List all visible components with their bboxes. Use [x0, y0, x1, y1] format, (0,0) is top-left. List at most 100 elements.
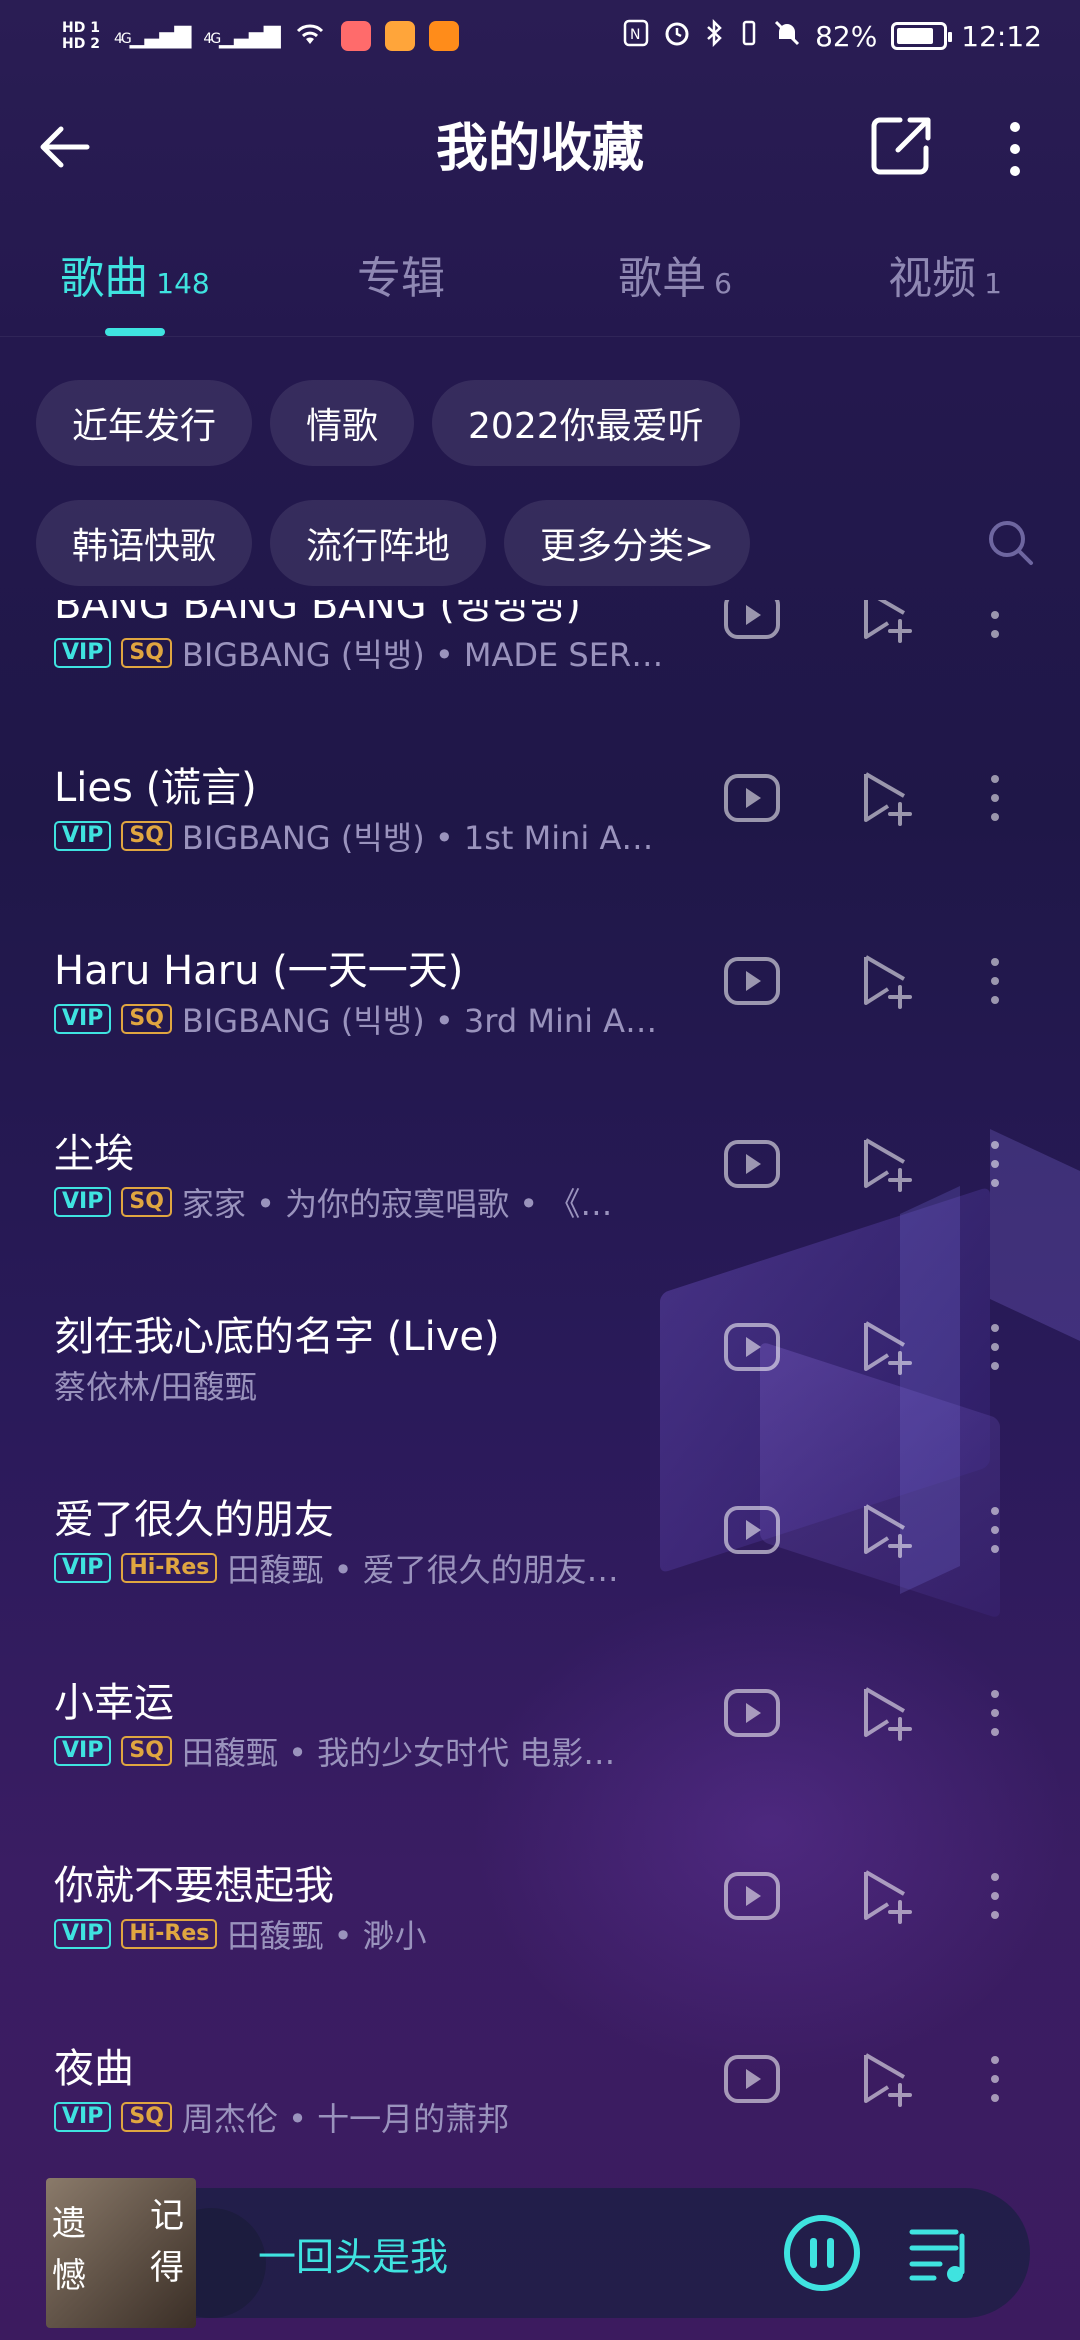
more-vertical-icon [991, 1507, 999, 1553]
more-options-button[interactable] [980, 114, 1050, 184]
song-artist-album: BIGBANG (빅뱅) • MADE SER… [181, 636, 664, 674]
video-play-icon [724, 774, 780, 822]
song-more-button[interactable] [960, 1861, 1030, 1931]
song-row[interactable]: Lies (谎言) VIP SQ BIGBANG (빅뱅) • 1st Mini A… [0, 755, 1080, 938]
add-to-playlist-icon [864, 600, 912, 643]
vip-badge: VIP [54, 1736, 112, 1766]
album-art: 遗 憾 记 得 [46, 2178, 196, 2328]
play-mv-button[interactable] [717, 1312, 787, 1382]
video-play-icon [724, 600, 780, 639]
page-title: 我的收藏 [435, 118, 644, 179]
mini-player[interactable]: 遗 憾 记 得 一回头是我 [46, 2178, 1030, 2328]
quality-badge: SQ [121, 821, 172, 851]
song-row[interactable]: BANG BANG BANG (뱅뱅뱅) VIP SQ BIGBANG (빅뱅) • … [0, 600, 1080, 755]
play-mv-button[interactable] [717, 600, 787, 650]
play-mv-button[interactable] [717, 1495, 787, 1565]
song-artist-album: BIGBANG (빅뱅) • 3rd Mini A… [181, 1002, 658, 1040]
cover-char: 得 [150, 2248, 184, 2288]
game-notification-icon [384, 21, 415, 51]
add-to-playlist-button[interactable] [852, 2044, 922, 2114]
song-row[interactable]: Haru Haru (一天一天) VIP SQ BIGBANG (빅뱅) • 3rd … [0, 938, 1080, 1121]
song-row[interactable]: 小幸运 VIP SQ 田馥甄 • 我的少女时代 电影… [0, 1670, 1080, 1853]
play-mv-button[interactable] [717, 763, 787, 833]
song-more-button[interactable] [960, 1678, 1030, 1748]
quality-badge: SQ [121, 1736, 172, 1766]
cover-char: 憾 [52, 2256, 86, 2296]
chip-more-categories[interactable]: 更多分类> [504, 500, 751, 586]
song-more-button[interactable] [960, 1312, 1030, 1382]
song-row[interactable]: 刻在我心底的名字 (Live) 蔡依林/田馥甄 [0, 1304, 1080, 1487]
add-to-playlist-button[interactable] [852, 763, 922, 833]
add-to-playlist-button[interactable] [852, 1312, 922, 1382]
alarm-icon [663, 19, 691, 54]
song-subtitle-row: 蔡依林/田馥甄 [54, 1362, 694, 1408]
add-to-playlist-button[interactable] [852, 1678, 922, 1748]
song-more-button[interactable] [960, 763, 1030, 833]
chip-pop[interactable]: 流行阵地 [270, 500, 487, 586]
tab-albums[interactable]: 专辑 [270, 230, 540, 336]
quality-badge: SQ [121, 2102, 172, 2132]
share-icon [871, 117, 931, 175]
chip-korean-upbeat[interactable]: 韩语快歌 [36, 500, 253, 586]
hd1-label: HD 1 [62, 20, 100, 36]
play-mv-button[interactable] [717, 1678, 787, 1748]
add-to-playlist-button[interactable] [852, 1861, 922, 1931]
add-to-playlist-button[interactable] [852, 600, 922, 650]
pause-icon [784, 2215, 860, 2291]
play-mv-button[interactable] [717, 2044, 787, 2114]
add-to-playlist-button[interactable] [852, 946, 922, 1016]
add-to-playlist-icon [864, 1138, 912, 1192]
chip-love-songs[interactable]: 情歌 [270, 380, 415, 466]
vip-badge: VIP [54, 1553, 112, 1583]
playlist-queue-button[interactable] [906, 2218, 978, 2290]
tab-bar: 歌曲 148 专辑 歌单 6 视频 1 [0, 230, 1080, 336]
signal-icon: 4G▁▃▅▇ [113, 23, 191, 49]
vip-badge: VIP [54, 2102, 112, 2132]
song-row[interactable]: 夜曲 VIP SQ 周杰伦 • 十一月的萧邦 [0, 2036, 1080, 2180]
song-more-button[interactable] [960, 1129, 1030, 1199]
vip-badge: VIP [54, 1187, 112, 1217]
search-button[interactable] [976, 508, 1046, 578]
song-row[interactable]: 爱了很久的朋友 VIP Hi-Res 田馥甄 • 爱了很久的朋友… [0, 1487, 1080, 1670]
play-mv-button[interactable] [717, 946, 787, 1016]
hd-indicator: HD 1 HD 2 [62, 20, 100, 52]
video-play-icon [724, 1506, 780, 1554]
chip-2022-favorites[interactable]: 2022你最爱听 [432, 380, 740, 466]
song-artist-album: 家家 • 为你的寂寞唱歌 • 《… [181, 1185, 613, 1223]
song-artist-album: 田馥甄 • 渺小 [227, 1917, 427, 1955]
cover-char: 遗 [52, 2204, 86, 2244]
chip-recent-releases[interactable]: 近年发行 [36, 380, 253, 466]
play-mv-button[interactable] [717, 1861, 787, 1931]
pause-button[interactable] [782, 2213, 862, 2293]
album-cover[interactable]: 遗 憾 记 得 [46, 2178, 196, 2328]
song-title: BANG BANG BANG (뱅뱅뱅) [54, 600, 581, 628]
song-more-button[interactable] [960, 2044, 1030, 2114]
video-play-icon [724, 1140, 780, 1188]
battery-icon [891, 22, 953, 50]
add-to-playlist-icon [864, 1687, 912, 1741]
song-artist-album: 蔡依林/田馥甄 [54, 1368, 257, 1406]
back-button[interactable] [30, 112, 100, 182]
add-to-playlist-icon [864, 955, 912, 1009]
more-vertical-icon [991, 611, 999, 638]
song-more-button[interactable] [960, 946, 1030, 1016]
video-play-icon [724, 1872, 780, 1920]
add-to-playlist-button[interactable] [852, 1129, 922, 1199]
song-more-button[interactable] [960, 1495, 1030, 1565]
song-row[interactable]: 你就不要想起我 VIP Hi-Res 田馥甄 • 渺小 [0, 1853, 1080, 2036]
tab-songs[interactable]: 歌曲 148 [0, 230, 270, 336]
song-row[interactable]: 尘埃 VIP SQ 家家 • 为你的寂寞唱歌 • 《… [0, 1121, 1080, 1304]
play-mv-button[interactable] [717, 1129, 787, 1199]
more-vertical-icon [991, 2056, 999, 2102]
vip-badge: VIP [54, 1004, 112, 1034]
tab-playlists[interactable]: 歌单 6 [540, 230, 810, 336]
share-button[interactable] [870, 114, 940, 184]
more-vertical-icon [991, 1141, 999, 1187]
song-more-button[interactable] [960, 600, 1030, 650]
add-to-playlist-button[interactable] [852, 1495, 922, 1565]
tab-videos[interactable]: 视频 1 [810, 230, 1080, 336]
video-play-icon [724, 1689, 780, 1737]
now-playing-title[interactable]: 一回头是我 [258, 2226, 448, 2281]
more-vertical-icon [991, 1690, 999, 1736]
song-subtitle-row: VIP SQ BIGBANG (빅뱅) • 1st Mini A… [54, 813, 694, 859]
